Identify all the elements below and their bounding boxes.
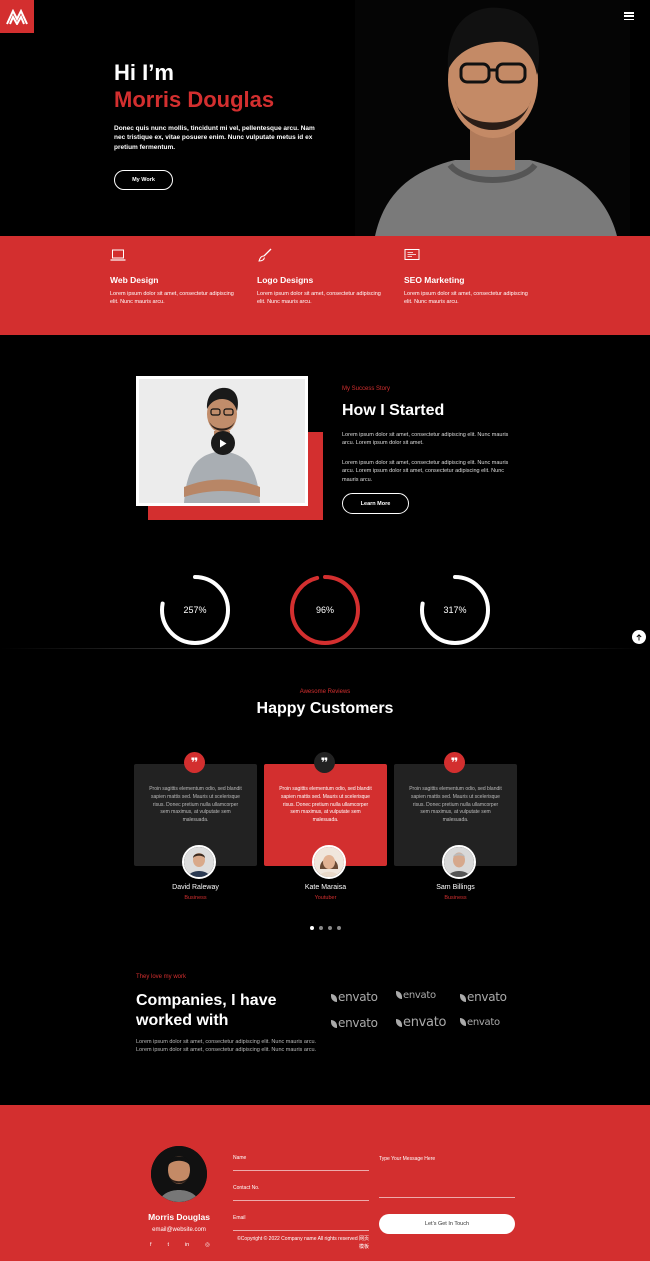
brand-logo: envato — [460, 1017, 500, 1028]
hero-portrait — [355, 0, 630, 236]
divider — [0, 648, 650, 649]
review-text: Proin sagittis elementum odio, sed bland… — [409, 786, 502, 823]
field-label: Contact No. — [233, 1185, 260, 1191]
service-web-design: Web Design Lorem ipsum dolor sit amet, c… — [110, 248, 240, 307]
companies-eyebrow: They love my work — [136, 974, 187, 980]
brand-logo: envato — [331, 990, 378, 1004]
name-field[interactable]: Name — [233, 1155, 369, 1171]
field-label: Type Your Message Here — [379, 1156, 436, 1162]
play-icon — [220, 439, 227, 447]
brand-logo: envato — [460, 990, 507, 1004]
leaf-icon — [460, 994, 466, 1002]
hero-name: Morris Douglas — [114, 87, 275, 112]
field-label: Name — [233, 1155, 247, 1161]
service-title: Logo Designs — [257, 275, 314, 285]
field-label: Email — [233, 1215, 246, 1221]
hero-greeting: Hi I’m — [114, 60, 174, 85]
play-button[interactable] — [211, 431, 235, 455]
site-logo[interactable] — [0, 0, 34, 33]
stat-circle-3: 317% — [418, 573, 492, 647]
brand-logo: envato — [396, 990, 436, 1001]
leaf-icon — [331, 1020, 337, 1028]
carousel-dot[interactable] — [318, 926, 323, 930]
reviewer-name: Kate Maraisa — [304, 884, 347, 891]
reviewer-role: Business — [184, 895, 207, 901]
hero-description: Donec quis nunc mollis, tincidunt mi vel… — [114, 125, 315, 151]
stat-circle-2: 96% — [288, 573, 362, 647]
footer-email[interactable]: email@website.com — [129, 1227, 229, 1233]
stat-circle-1: 257% — [158, 573, 232, 647]
leaf-icon — [396, 1019, 402, 1027]
brand-logo: envato — [331, 1016, 378, 1030]
video-thumbnail[interactable] — [136, 376, 308, 506]
instagram-icon[interactable]: ◎ — [205, 1242, 210, 1248]
paintbrush-icon — [258, 248, 272, 262]
message-field[interactable]: Type Your Message Here — [379, 1156, 515, 1198]
companies-title: Companies, I have worked with — [136, 992, 277, 1029]
laptop-icon — [110, 249, 126, 261]
footer-name: Morris Douglas — [148, 1212, 210, 1222]
reviewer-role: Youtuber — [314, 895, 337, 901]
get-in-touch-button[interactable]: Let’s Get In Touch — [379, 1214, 515, 1234]
carousel-dot[interactable] — [327, 926, 332, 930]
reviewer-role: Business — [444, 895, 467, 901]
review-text: Proin sagittis elementum odio, sed bland… — [279, 786, 372, 823]
hamburger-icon[interactable] — [624, 12, 634, 20]
story-eyebrow: My Success Story — [342, 386, 391, 392]
carousel-dot[interactable] — [336, 926, 341, 930]
services-section: Web Design Lorem ipsum dolor sit amet, c… — [0, 236, 650, 335]
carousel-dots — [0, 926, 650, 930]
copyright: ©Copyright © 2022 Company name All right… — [237, 1236, 369, 1250]
email-field[interactable]: Email — [233, 1215, 369, 1231]
service-title: Web Design — [110, 275, 159, 285]
quote-icon: ❞ — [184, 752, 205, 773]
reviewer-name: David Raleway — [172, 884, 219, 891]
avatar — [442, 845, 476, 879]
story-title: How I Started — [342, 402, 445, 419]
linkedin-icon[interactable]: in — [185, 1242, 189, 1248]
leaf-icon — [331, 994, 337, 1002]
arrow-up-icon — [636, 633, 642, 640]
story-paragraph-1: Lorem ipsum dolor sit amet, consectetur … — [342, 432, 509, 447]
reviews-title: Happy Customers — [256, 700, 394, 717]
quote-icon: ❞ — [444, 752, 465, 773]
service-title: SEO Marketing — [404, 275, 465, 285]
stat-value: 257% — [183, 605, 207, 615]
service-desc: Lorem ipsum dolor sit amet, consectetur … — [110, 291, 234, 305]
brand-logo: envato — [396, 1015, 446, 1030]
footer-avatar — [151, 1146, 207, 1202]
leaf-icon — [460, 1018, 466, 1026]
social-links: f t in ◎ — [150, 1242, 210, 1248]
quote-icon: ❞ — [314, 752, 335, 773]
monitor-icon — [404, 249, 420, 260]
service-desc: Lorem ipsum dolor sit amet, consectetur … — [257, 291, 381, 305]
companies-description: Lorem ipsum dolor sit amet, consectetur … — [136, 1039, 317, 1054]
avatar — [312, 845, 346, 879]
service-desc: Lorem ipsum dolor sit amet, consectetur … — [404, 291, 528, 305]
avatar — [182, 845, 216, 879]
reviews-eyebrow: Awesome Reviews — [299, 689, 351, 695]
stat-value: 317% — [443, 605, 467, 615]
leaf-icon — [396, 991, 402, 999]
scroll-top-button[interactable] — [632, 630, 646, 644]
hero-section: Hi I’m Morris Douglas Donec quis nunc mo… — [0, 0, 650, 236]
carousel-dot[interactable] — [309, 926, 314, 930]
service-seo-marketing: SEO Marketing Lorem ipsum dolor sit amet… — [404, 248, 534, 307]
review-text: Proin sagittis elementum odio, sed bland… — [149, 786, 242, 823]
service-logo-designs: Logo Designs Lorem ipsum dolor sit amet,… — [257, 248, 387, 307]
my-work-button[interactable]: My Work — [114, 170, 173, 190]
contact-field[interactable]: Contact No. — [233, 1185, 369, 1201]
reviewer-name: Sam Billings — [436, 884, 475, 891]
learn-more-button[interactable]: Learn More — [342, 493, 409, 514]
story-paragraph-2: Lorem ipsum dolor sit amet, consectetur … — [342, 460, 509, 483]
m-logo-icon — [6, 8, 28, 25]
twitter-icon[interactable]: t — [167, 1242, 169, 1248]
facebook-icon[interactable]: f — [150, 1242, 152, 1248]
stat-value: 96% — [315, 605, 334, 615]
